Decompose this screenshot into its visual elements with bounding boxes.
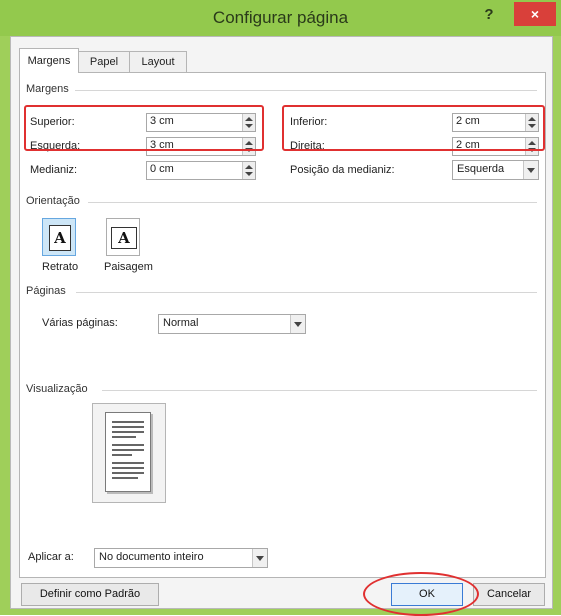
dialog-title: Configurar página (212, 8, 349, 27)
divider (88, 202, 537, 203)
divider (102, 390, 537, 391)
medianiz-spinner[interactable]: 0 cm (146, 161, 256, 180)
label-posicao-medianiz: Posição da medianiz: (290, 164, 395, 176)
divider (76, 292, 537, 293)
label-retrato: Retrato (42, 261, 79, 273)
varias-paginas-value: Normal (163, 317, 199, 329)
preview-line (112, 462, 144, 464)
preview-line (112, 454, 132, 456)
close-button[interactable]: × (514, 2, 556, 26)
varias-paginas-select[interactable]: Normal (158, 314, 306, 334)
aplicar-a-value: No documento inteiro (99, 551, 204, 563)
group-label-orientacao: Orientação (26, 195, 80, 207)
highlight-left-margins (24, 105, 264, 151)
posicao-medianiz-select[interactable]: Esquerda (452, 160, 539, 180)
landscape-page-icon: A (111, 227, 137, 249)
label-paisagem: Paisagem (104, 261, 153, 273)
medianiz-spin-buttons[interactable] (242, 162, 255, 179)
tab-layout[interactable]: Layout (129, 51, 187, 72)
page-preview (92, 403, 166, 503)
preview-page (105, 412, 151, 492)
label-varias-paginas: Várias páginas: (42, 317, 118, 329)
posicao-medianiz-value: Esquerda (457, 163, 505, 175)
spin-up-icon (245, 165, 253, 169)
highlight-ok-button (363, 572, 479, 616)
preview-line (112, 449, 144, 451)
group-label-margens: Margens (26, 83, 69, 95)
label-aplicar-a: Aplicar a: (28, 551, 74, 563)
aplicar-a-select[interactable]: No documento inteiro (94, 548, 268, 568)
divider (75, 90, 537, 91)
page-setup-dialog: Configurar página ? × Margens Papel Layo… (0, 0, 561, 616)
preview-line (112, 467, 144, 469)
spin-down-icon (245, 172, 253, 176)
preview-line (112, 472, 144, 474)
preview-line (112, 444, 144, 446)
group-label-visualizacao: Visualização (26, 383, 88, 395)
preview-line (112, 477, 138, 479)
chevron-down-icon[interactable] (290, 315, 305, 333)
retrato-button[interactable]: A (42, 218, 76, 256)
preview-line (112, 426, 144, 428)
tab-papel[interactable]: Papel (77, 51, 131, 72)
definir-como-padrao-button[interactable]: Definir como Padrão (21, 583, 159, 606)
preview-line (112, 431, 144, 433)
preview-line (112, 421, 144, 423)
dialog-client-area: Margens Papel Layout Margens Superior: 3… (10, 36, 553, 616)
help-button[interactable]: ? (478, 4, 500, 26)
paisagem-button[interactable]: A (106, 218, 140, 256)
chevron-down-icon[interactable] (252, 549, 267, 567)
tab-margens[interactable]: Margens (19, 48, 79, 73)
group-label-paginas: Páginas (26, 285, 66, 297)
label-medianiz: Medianiz: (30, 164, 78, 176)
preview-line (112, 436, 136, 438)
chevron-down-icon[interactable] (523, 161, 538, 179)
highlight-right-margins (282, 105, 545, 151)
portrait-page-icon: A (49, 225, 71, 251)
cancelar-button[interactable]: Cancelar (473, 583, 545, 606)
tab-panel-margens: Margens Superior: 3 cm Esquerda: 3 cm Me… (19, 72, 546, 578)
medianiz-value: 0 cm (150, 163, 174, 175)
title-bar[interactable]: Configurar página ? × (0, 0, 561, 36)
